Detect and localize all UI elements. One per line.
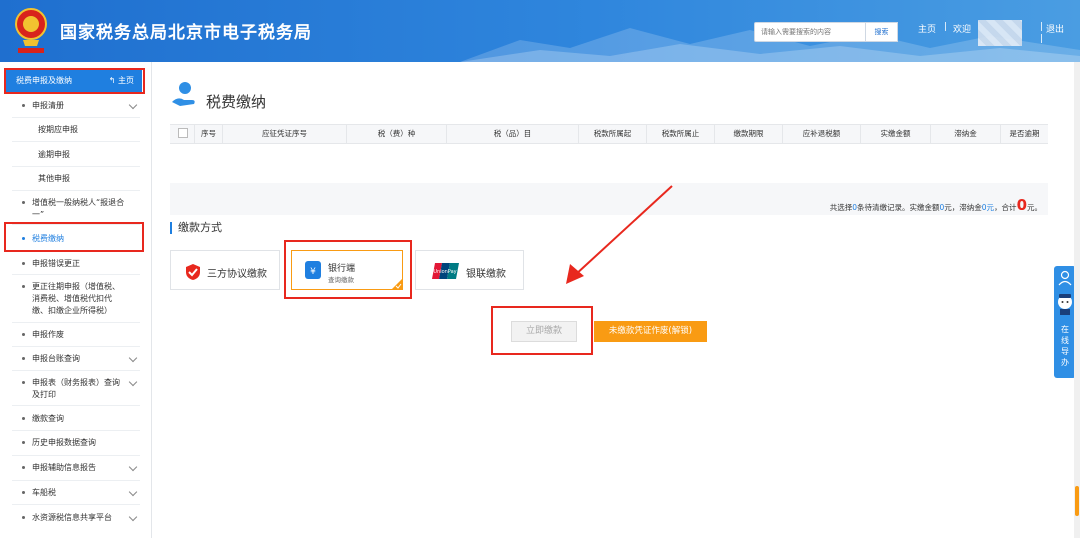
- header-separator-2: |: [1040, 22, 1044, 32]
- bullet-icon: [22, 441, 25, 444]
- divider: [12, 480, 140, 481]
- divider: [12, 370, 140, 371]
- money-bag-hand-icon: [172, 82, 195, 106]
- col-header-index: 序号: [194, 125, 222, 143]
- col-header-overdue: 是否逾期: [1000, 125, 1048, 143]
- bullet-icon: [22, 285, 25, 288]
- divider: [12, 455, 140, 456]
- void-unpaid-voucher-button[interactable]: 未缴款凭证作废(解锁): [594, 321, 707, 342]
- bullet-icon: [22, 104, 25, 107]
- scrollbar[interactable]: [1074, 62, 1080, 538]
- sidebar-item-water-resource[interactable]: 水资源税信息共享平台: [12, 512, 140, 524]
- bullet-icon: [22, 417, 25, 420]
- divider: [12, 504, 140, 505]
- payment-table-header: 序号 应征凭证序号 税（费）种 税（品）目 税款所属起 税款所属止 缴款期限 应…: [170, 124, 1048, 144]
- unionpay-icon: UnionPay: [432, 263, 459, 279]
- header-separator: |: [944, 22, 948, 32]
- annotation-box-sidebar-header: [4, 68, 145, 94]
- search-button[interactable]: 搜索: [866, 22, 898, 42]
- bullet-icon: [22, 357, 25, 360]
- annotation-box-pay-now: [491, 306, 593, 355]
- divider: [12, 274, 140, 275]
- col-header-late-fee: 滞纳金: [930, 125, 1000, 143]
- divider: [12, 405, 140, 406]
- col-header-period-end: 税款所属止: [646, 125, 714, 143]
- bullet-icon: [22, 333, 25, 336]
- welcome-text: 欢迎: [953, 25, 972, 35]
- sidebar-item-ledger-query[interactable]: 申报台账查询: [12, 353, 140, 365]
- tax-emblem-icon: [15, 8, 47, 53]
- sidebar-item-void[interactable]: 申报作废: [12, 329, 140, 341]
- header-separator-3: |: [1040, 34, 1044, 44]
- top-header: 国家税务总局北京市电子税务局 搜索 主页 | 欢迎 | 退出 |: [0, 0, 1080, 62]
- logout-link[interactable]: 退出: [1046, 22, 1064, 35]
- bullet-icon: [22, 491, 25, 494]
- col-header-tax-item: 税（品）目: [446, 125, 578, 143]
- select-all-checkbox[interactable]: [178, 128, 188, 138]
- payment-method-unionpay[interactable]: UnionPay 银联缴款: [415, 250, 524, 290]
- sidebar-item-vehicle-tax[interactable]: 车船税: [12, 487, 140, 499]
- divider: [12, 430, 140, 431]
- site-title: 国家税务总局北京市电子税务局: [60, 23, 312, 43]
- svg-text:UnionPay: UnionPay: [433, 269, 456, 275]
- sidebar-sub-other[interactable]: 其他申报: [12, 173, 140, 185]
- bullet-icon: [22, 262, 25, 265]
- home-link[interactable]: 主页: [918, 22, 936, 35]
- sidebar-item-past-correction[interactable]: 更正往期申报（增值税、消费税、增值税代扣代缴、扣缴企业所得税）: [12, 281, 140, 317]
- annotation-arrow-icon: [566, 185, 673, 284]
- divider: [12, 117, 140, 118]
- col-header-amount-due: 应补退税额: [782, 125, 860, 143]
- sidebar-sub-periodic[interactable]: 按期应申报: [12, 124, 140, 136]
- bullet-icon: [22, 381, 25, 384]
- scrollbar-thumb[interactable]: [1075, 486, 1079, 516]
- payment-method-tripartite[interactable]: 三方协议缴款: [170, 250, 280, 290]
- col-header-period-start: 税款所属起: [578, 125, 646, 143]
- divider: [12, 190, 140, 191]
- summary-text: 共选择0条待清缴记录。实缴金额0元，滞纳金0元，合计0元。: [829, 196, 1042, 214]
- online-guide-button[interactable]: 在线导办: [1054, 266, 1076, 378]
- annotation-box-bank-method: [284, 240, 412, 299]
- assistant-avatar-icon: [1058, 294, 1072, 315]
- sidebar-item-declaration-list[interactable]: 申报清册: [12, 100, 140, 112]
- bullet-icon: [22, 516, 25, 519]
- divider: [12, 141, 140, 142]
- divider: [12, 166, 140, 167]
- col-header-tax-type: 税（费）种: [346, 125, 446, 143]
- sidebar-item-vat-combined[interactable]: 增值税一般纳税人“报退合一”: [12, 197, 140, 221]
- sidebar-item-error-correction[interactable]: 申报错误更正: [12, 258, 140, 270]
- page-title: 税费缴纳: [206, 93, 267, 111]
- bullet-icon: [22, 201, 25, 204]
- sidebar-item-aux-report[interactable]: 申报辅助信息报告: [12, 462, 140, 474]
- col-header-paid-amount: 实缴金额: [860, 125, 930, 143]
- sidebar-item-history-query[interactable]: 历史申报数据查询: [12, 437, 140, 449]
- sidebar-item-payment-query[interactable]: 缴款查询: [12, 413, 140, 425]
- sidebar-item-report-query[interactable]: 申报表（财务报表）查询及打印: [12, 377, 140, 401]
- username-redacted: [978, 20, 1022, 46]
- col-header-deadline: 缴款期限: [714, 125, 782, 143]
- col-header-voucher-no: 应征凭证序号: [222, 125, 346, 143]
- online-guide-label: 在线导办: [1061, 325, 1069, 367]
- user-icon: [1058, 270, 1072, 286]
- payment-method-label: 缴款方式: [170, 222, 222, 234]
- bullet-icon: [22, 466, 25, 469]
- divider: [12, 322, 140, 323]
- annotation-box-tax-payment: [4, 222, 144, 252]
- shield-check-icon: [186, 264, 200, 280]
- divider: [12, 346, 140, 347]
- search-input[interactable]: [754, 22, 866, 42]
- sidebar-sub-overdue[interactable]: 逾期申报: [12, 149, 140, 161]
